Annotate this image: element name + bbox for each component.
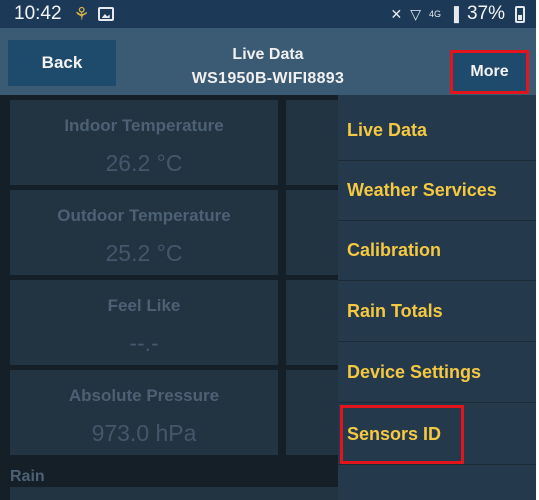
- status-bar: 10:42 ⚘ ✕ ▽ 4G ▐ 37%: [0, 0, 539, 28]
- data-cell-outdoor-temperature: Outdoor Temperature 25.2 °C: [10, 190, 278, 275]
- data-cell-value: 973.0 hPa: [91, 420, 197, 446]
- data-cell-indoor-temperature: Indoor Temperature 26.2 °C: [10, 100, 278, 185]
- more-button[interactable]: More: [450, 50, 529, 94]
- menu-item-live-data[interactable]: Live Data: [338, 101, 539, 161]
- data-cell-feel-like: Feel Like --.-: [10, 280, 278, 365]
- battery-icon: [515, 5, 525, 23]
- data-cell-value: 26.2 °C: [105, 150, 183, 176]
- battery-percent: 37%: [466, 3, 505, 24]
- device-id: WS1950B-WIFI8893: [191, 70, 345, 87]
- menu-item-weather-services[interactable]: Weather Services: [338, 161, 539, 221]
- back-button[interactable]: Back: [8, 40, 116, 86]
- clock: 10:42: [14, 3, 62, 24]
- data-cell-right: [286, 100, 346, 185]
- signal-icon: ▐: [449, 6, 459, 22]
- live-data-grid: Indoor Temperature 26.2 °C Outdoor Tempe…: [0, 95, 346, 500]
- status-indicators: ✕ ▽ 4G ▐ 37%: [391, 3, 525, 25]
- image-notification-icon: [97, 7, 114, 21]
- page-title: Live Data WS1950B-WIFI8893: [118, 28, 418, 95]
- menu-item-rain-totals[interactable]: Rain Totals: [338, 282, 539, 342]
- data-cell-value: --.-: [129, 330, 159, 356]
- app-screen: 10:42 ⚘ ✕ ▽ 4G ▐ 37% Back Live Data WS19…: [0, 0, 539, 500]
- menu-item-calibration[interactable]: Calibration: [338, 221, 539, 281]
- data-cell-label: Indoor Temperature: [64, 116, 224, 135]
- network-type-label: 4G: [429, 9, 442, 19]
- app-header: Back Live Data WS1950B-WIFI8893 More: [0, 28, 539, 95]
- wifi-icon: ▽: [410, 5, 422, 22]
- rain-row: [10, 487, 338, 500]
- data-cell-right: [286, 190, 346, 275]
- data-cell-right: [286, 370, 346, 455]
- rain-section-label: Rain: [10, 468, 45, 485]
- sensors-id-highlight: [340, 405, 464, 464]
- data-cell-right: [286, 280, 346, 365]
- data-cell-label: Absolute Pressure: [68, 386, 220, 405]
- data-cell-label: Outdoor Temperature: [57, 206, 231, 225]
- menu-item-device-settings[interactable]: Device Settings: [338, 343, 539, 403]
- page-title-text: Live Data: [232, 46, 304, 63]
- data-cell-label: Feel Like: [107, 296, 181, 315]
- data-cell-absolute-pressure: Absolute Pressure 973.0 hPa: [10, 370, 278, 455]
- mute-icon: ✕: [390, 5, 403, 22]
- app-notification-icon: ⚘: [73, 3, 90, 24]
- data-cell-value: 25.2 °C: [105, 240, 183, 266]
